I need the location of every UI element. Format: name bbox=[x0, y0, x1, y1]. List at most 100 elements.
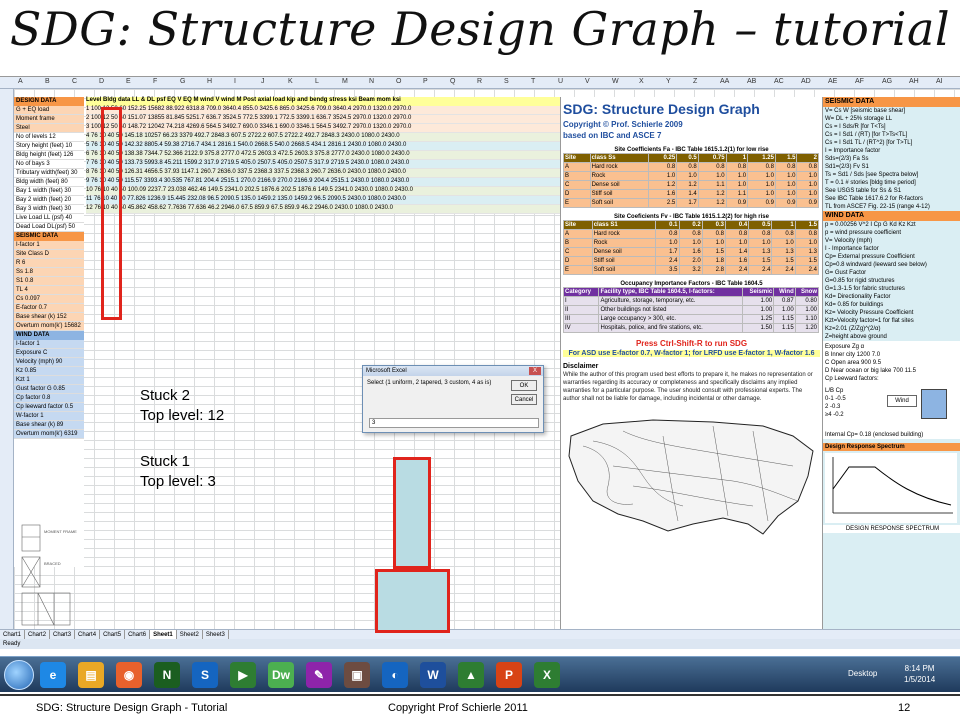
ok-button[interactable]: OK bbox=[511, 380, 537, 391]
column-header-v[interactable]: V bbox=[585, 78, 590, 85]
table-row[interactable]: 8 76 10 40 50 126.31 4656.5 37.93 1147.1… bbox=[86, 169, 560, 178]
column-header-q[interactable]: Q bbox=[450, 78, 455, 85]
column-header-ac[interactable]: AC bbox=[774, 78, 784, 85]
seismic-data-row[interactable]: S1 0.8 bbox=[14, 277, 84, 286]
column-header-e[interactable]: E bbox=[126, 78, 131, 85]
cancel-button[interactable]: Cancel bbox=[511, 394, 537, 405]
seismic-data-row[interactable]: TL 4 bbox=[14, 286, 84, 295]
word-icon[interactable]: W bbox=[420, 662, 446, 688]
firefox-icon[interactable]: ◉ bbox=[116, 662, 142, 688]
design-data-row[interactable]: Bldg width (feet) 80 bbox=[14, 178, 84, 187]
column-header-ae[interactable]: AE bbox=[828, 78, 837, 85]
close-icon[interactable]: X bbox=[529, 367, 541, 375]
folder-icon[interactable]: ▤ bbox=[78, 662, 104, 688]
seismic-data-row[interactable]: E-factor 0.7 bbox=[14, 304, 84, 313]
tool-icon[interactable]: ✎ bbox=[306, 662, 332, 688]
media-icon[interactable]: ▶ bbox=[230, 662, 256, 688]
dialog-input-field[interactable]: 3 bbox=[369, 418, 539, 428]
design-data-row[interactable]: Moment frame bbox=[14, 115, 84, 124]
column-header-f[interactable]: F bbox=[153, 78, 157, 85]
column-header-k[interactable]: K bbox=[288, 78, 293, 85]
column-header-s[interactable]: S bbox=[504, 78, 509, 85]
wind-data-row[interactable]: Cp leeward factor 0.5 bbox=[14, 403, 84, 412]
column-header-aa[interactable]: AA bbox=[720, 78, 729, 85]
wind-data-row[interactable]: W-factor 1 bbox=[14, 412, 84, 421]
table-row[interactable]: 4 76 10 40 50 145.18 10257 66.23 3379 49… bbox=[86, 133, 560, 142]
column-header-n[interactable]: N bbox=[369, 78, 374, 85]
column-header-r[interactable]: R bbox=[477, 78, 482, 85]
table-row[interactable]: 10 76 10 40 50 100.09 2237.7 23.038 462.… bbox=[86, 187, 560, 196]
column-header-h[interactable]: H bbox=[207, 78, 212, 85]
wind-data-row[interactable]: Kz 0.85 bbox=[14, 367, 84, 376]
seismic-data-row[interactable]: Cs 0.097 bbox=[14, 295, 84, 304]
table-row[interactable]: 12 76 10 40 50 45.862 458.62 7.7636 77.6… bbox=[86, 205, 560, 214]
design-data-row[interactable]: Steel bbox=[14, 124, 84, 133]
wind-data-row[interactable]: Base shear (k) 89 bbox=[14, 421, 84, 430]
design-data-row[interactable]: Bay 1 width (feet) 30 bbox=[14, 187, 84, 196]
design-data-row[interactable]: No of bays 3 bbox=[14, 160, 84, 169]
seismic-data-row[interactable]: Overturn mom(k') 15682 bbox=[14, 322, 84, 331]
table-row[interactable]: 7 76 10 40 50 133.73 5993.8 45.211 1599.… bbox=[86, 160, 560, 169]
table-row[interactable]: 9 76 10 40 50 115.57 3393.4 30.535 767.8… bbox=[86, 178, 560, 187]
column-header-ai[interactable]: AI bbox=[936, 78, 943, 85]
column-header-t[interactable]: T bbox=[531, 78, 535, 85]
wind-data-row[interactable]: Gust factor G 0.85 bbox=[14, 385, 84, 394]
column-header-m[interactable]: M bbox=[342, 78, 348, 85]
column-header-o[interactable]: O bbox=[396, 78, 401, 85]
table-row[interactable]: 6 76 10 40 50 138.38 7344.7 52.366 2122.… bbox=[86, 151, 560, 160]
column-header-x[interactable]: X bbox=[639, 78, 644, 85]
column-header-ag[interactable]: AG bbox=[882, 78, 892, 85]
column-header-c[interactable]: C bbox=[72, 78, 77, 85]
design-data-row[interactable]: Bay 3 width (feet) 30 bbox=[14, 205, 84, 214]
seismic-data-row[interactable]: I-factor 1 bbox=[14, 241, 84, 250]
column-header-z[interactable]: Z bbox=[693, 78, 697, 85]
design-data-row[interactable]: Dead Load DL(psf) 50 bbox=[14, 223, 84, 232]
column-header-u[interactable]: U bbox=[558, 78, 563, 85]
column-header-ah[interactable]: AH bbox=[909, 78, 919, 85]
ie-icon[interactable]: e bbox=[40, 662, 66, 688]
column-header-d[interactable]: D bbox=[99, 78, 104, 85]
desktop-label[interactable]: Desktop bbox=[848, 669, 877, 678]
seismic-data-row[interactable]: Base shear (k) 152 bbox=[14, 313, 84, 322]
design-data-row[interactable]: Live Load LL (psf) 40 bbox=[14, 214, 84, 223]
column-header-a[interactable]: A bbox=[18, 78, 23, 85]
table-row[interactable]: 2 100 12 50 60 151.07 13855 81.845 5251.… bbox=[86, 115, 560, 124]
column-header-i[interactable]: I bbox=[234, 78, 236, 85]
start-button[interactable] bbox=[4, 660, 34, 690]
column-header-g[interactable]: G bbox=[180, 78, 185, 85]
column-header-j[interactable]: J bbox=[261, 78, 265, 85]
table-row[interactable]: 5 76 10 40 50 142.32 8805.4 59.38 2716.7… bbox=[86, 142, 560, 151]
ppt-icon[interactable]: P bbox=[496, 662, 522, 688]
design-data-row[interactable]: Bldg height (feet) 126 bbox=[14, 151, 84, 160]
seismic-data-row[interactable]: Site Class D bbox=[14, 250, 84, 259]
column-header-af[interactable]: AF bbox=[855, 78, 864, 85]
column-header-b[interactable]: B bbox=[45, 78, 50, 85]
excel-icon[interactable]: X bbox=[534, 662, 560, 688]
wind-data-row[interactable]: I-factor 1 bbox=[14, 340, 84, 349]
table-row[interactable]: 3 100 12 50 60 148.72 12042 74.218 4269.… bbox=[86, 124, 560, 133]
table-row[interactable]: 1 100 12 50 60 152.25 15682 88.922 6318.… bbox=[86, 106, 560, 115]
app10-icon[interactable]: ◐ bbox=[382, 662, 408, 688]
s-app-icon[interactable]: S bbox=[192, 662, 218, 688]
column-header-ab[interactable]: AB bbox=[747, 78, 756, 85]
wind-data-row[interactable]: Overturn mom(k') 6319 bbox=[14, 430, 84, 439]
wind-data-row[interactable]: Cp factor 0.8 bbox=[14, 394, 84, 403]
design-data-row[interactable]: No of levels 12 bbox=[14, 133, 84, 142]
table-row[interactable]: 11 76 10 40 50 77.826 1236.9 15.445 232.… bbox=[86, 196, 560, 205]
column-header-l[interactable]: L bbox=[315, 78, 319, 85]
seismic-data-row[interactable]: Ss 1.8 bbox=[14, 268, 84, 277]
dw-icon[interactable]: Dw bbox=[268, 662, 294, 688]
seismic-data-row[interactable]: R 6 bbox=[14, 259, 84, 268]
design-data-row[interactable]: Tributary width(feet) 30 bbox=[14, 169, 84, 178]
column-header-y[interactable]: Y bbox=[666, 78, 671, 85]
design-data-row[interactable]: Bay 2 width (feet) 20 bbox=[14, 196, 84, 205]
design-data-row[interactable]: G + EQ load bbox=[14, 106, 84, 115]
wind-data-row[interactable]: Exposure C bbox=[14, 349, 84, 358]
wind-data-row[interactable]: Velocity (mph) 90 bbox=[14, 358, 84, 367]
n-app-icon[interactable]: N bbox=[154, 662, 180, 688]
wind-data-row[interactable]: Kzt 1 bbox=[14, 376, 84, 385]
column-header-ad[interactable]: AD bbox=[801, 78, 811, 85]
app12-icon[interactable]: ▲ bbox=[458, 662, 484, 688]
design-data-row[interactable]: Story height (feet) 10 bbox=[14, 142, 84, 151]
column-header-p[interactable]: P bbox=[423, 78, 428, 85]
